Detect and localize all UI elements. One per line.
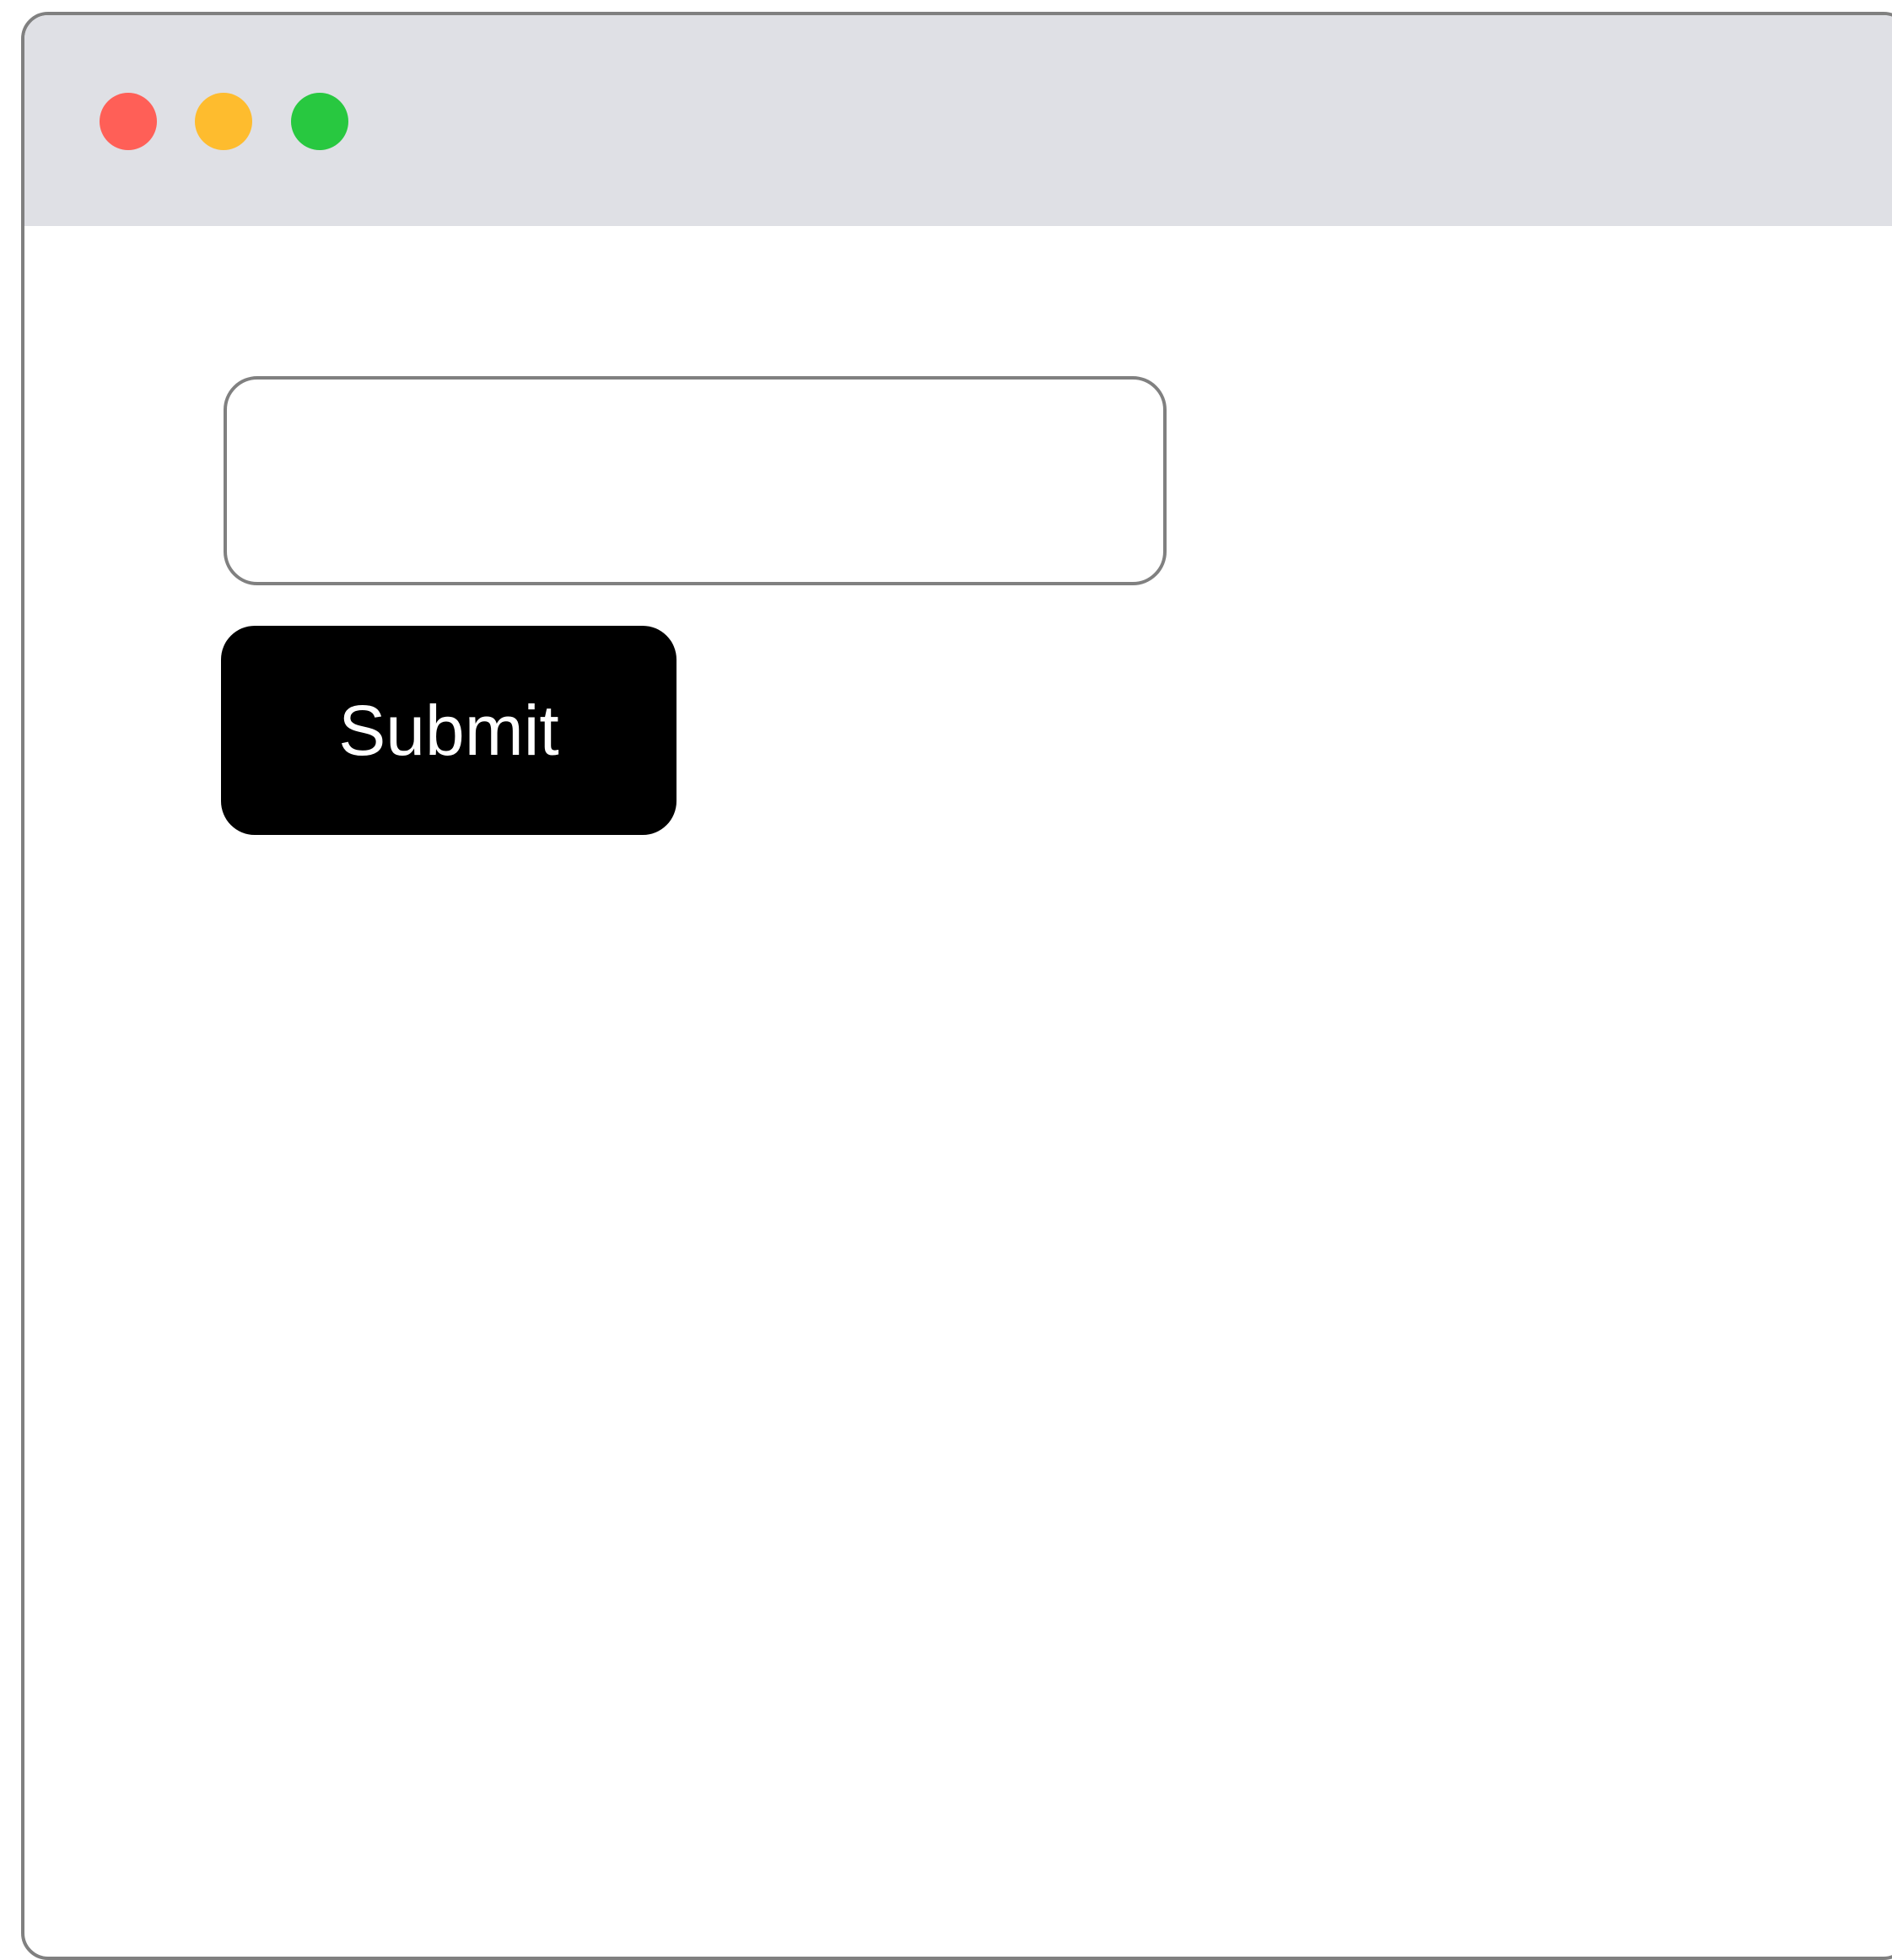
window-titlebar xyxy=(24,15,1892,226)
zoom-traffic-light-icon[interactable] xyxy=(291,93,348,150)
submit-button[interactable]: Submit xyxy=(221,626,676,835)
browser-window xyxy=(21,12,1892,1960)
text-input[interactable] xyxy=(224,376,1167,585)
close-traffic-light-icon[interactable] xyxy=(100,93,157,150)
minimize-traffic-light-icon[interactable] xyxy=(195,93,252,150)
